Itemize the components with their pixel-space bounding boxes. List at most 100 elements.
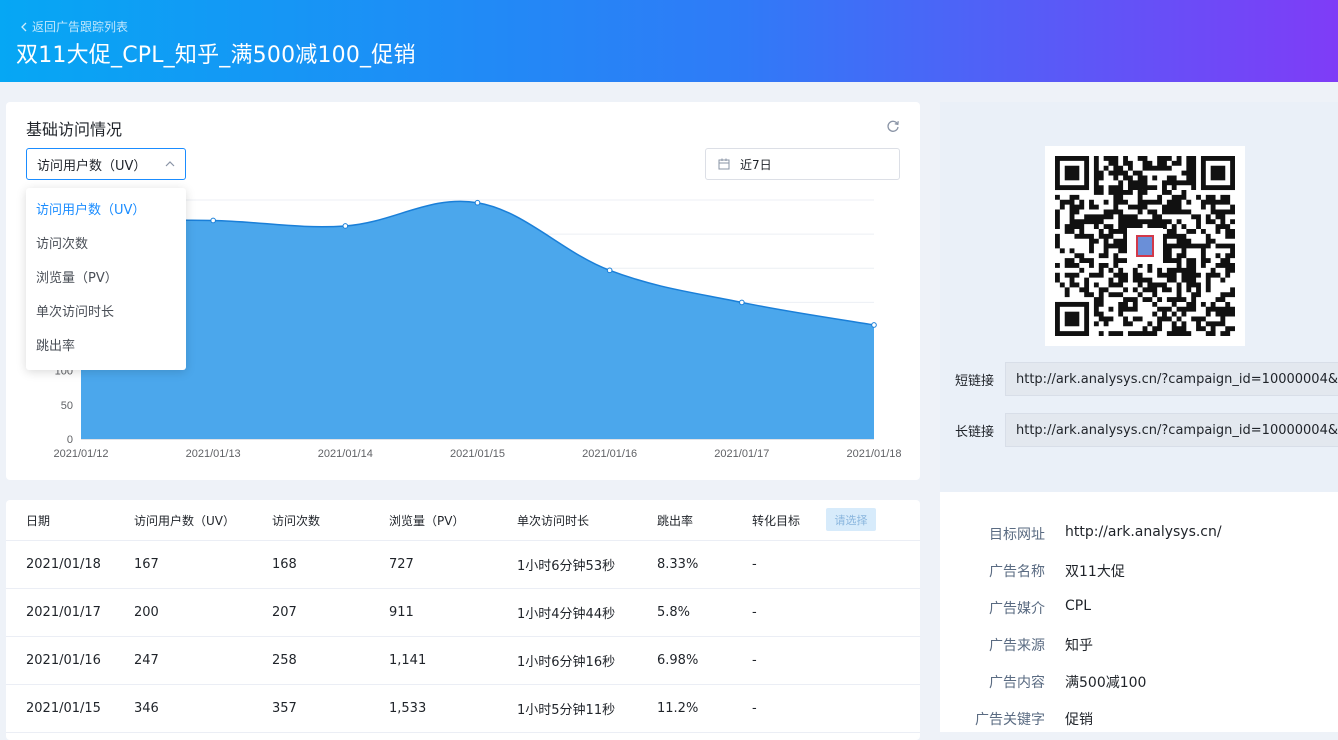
cell-pv: 727 [389, 557, 414, 572]
date-range-value: 近7日 [740, 157, 772, 172]
qr-code-image [1055, 156, 1235, 336]
table-row: 2021/01/16 247 258 1,141 1小时6分钟16秒 6.98%… [6, 637, 920, 685]
dropdown-option-pv[interactable]: 浏览量（PV） [26, 262, 186, 296]
metric-select-value: 访问用户数（UV） [37, 158, 147, 174]
chevron-up-icon [165, 161, 175, 167]
data-point [739, 299, 745, 306]
cell-bounce: 6.98% [657, 653, 699, 668]
info-value: 满500减100 [1065, 675, 1147, 691]
cell-visits: 207 [272, 605, 297, 620]
cell-duration: 1小时4分钟44秒 [517, 607, 616, 622]
col-header-bounce: 跳出率 [657, 513, 694, 528]
x-tick-label: 2021/01/18 [846, 448, 901, 460]
data-point [474, 199, 481, 206]
card-title: 基础访问情况 [26, 120, 123, 139]
x-tick-label: 2021/01/12 [53, 448, 108, 460]
table-row: 2021/01/18 167 168 727 1小时6分钟53秒 8.33% - [6, 541, 920, 589]
col-header-visits: 访问次数 [272, 513, 321, 528]
col-header-uv: 访问用户数（UV） [134, 513, 235, 528]
goal-select-button[interactable]: 请选择 [826, 508, 876, 531]
page-header: 返回广告跟踪列表 双11大促_CPL_知乎_满500减100_促销 [0, 0, 1338, 82]
cell-pv: 1,141 [389, 653, 427, 668]
info-row-ad-source: 广告来源 知乎 [940, 635, 1338, 655]
cell-date: 2021/01/16 [26, 653, 101, 668]
daily-data-table: 日期 访问用户数（UV） 访问次数 浏览量（PV） 单次访问时长 跳出率 转化目… [6, 500, 920, 740]
cell-date: 2021/01/18 [26, 557, 101, 572]
cell-goal: - [752, 701, 757, 716]
table-row: 2021/01/15 346 357 1,533 1小时5分钟11秒 11.2%… [6, 685, 920, 733]
cell-goal: - [752, 557, 757, 572]
cell-bounce: 5.8% [657, 605, 691, 620]
cell-pv: 1,533 [389, 701, 427, 716]
metric-select[interactable]: 访问用户数（UV） [26, 148, 186, 180]
y-tick-label: 50 [61, 400, 73, 412]
qr-link-panel: 短链接 http://ark.analysys.cn/?campaign_id=… [940, 102, 1338, 492]
cell-duration: 1小时6分钟53秒 [517, 559, 616, 574]
info-value: 知乎 [1065, 638, 1093, 654]
data-point [871, 322, 877, 328]
x-tick-label: 2021/01/17 [714, 448, 769, 460]
long-link-row: 长链接 http://ark.analysys.cn/?campaign_id=… [940, 413, 1338, 447]
info-key: 广告名称 [989, 564, 1045, 580]
cell-uv: 247 [134, 653, 159, 668]
info-value: CPL [1065, 598, 1092, 614]
info-row-ad-medium: 广告媒介 CPL [940, 598, 1338, 618]
data-point [342, 223, 349, 229]
short-link-label: 短链接 [955, 373, 995, 389]
back-to-list-link[interactable]: 返回广告跟踪列表 [20, 18, 128, 35]
ad-info-panel: 目标网址 http://ark.analysys.cn/ 广告名称 双11大促 … [940, 492, 1338, 732]
chevron-left-icon [21, 22, 27, 31]
dropdown-option-uv[interactable]: 访问用户数（UV） [26, 194, 186, 228]
info-key: 目标网址 [989, 527, 1045, 543]
cell-visits: 357 [272, 701, 297, 716]
cell-goal: - [752, 653, 757, 668]
dropdown-option-duration[interactable]: 单次访问时长 [26, 296, 186, 330]
info-row-target-url: 目标网址 http://ark.analysys.cn/ [940, 524, 1338, 544]
info-row-ad-name: 广告名称 双11大促 [940, 561, 1338, 581]
long-link-label: 长链接 [955, 424, 995, 440]
info-value: 双11大促 [1065, 564, 1125, 580]
page-title: 双11大促_CPL_知乎_满500减100_促销 [16, 43, 416, 68]
cell-pv: 911 [389, 605, 414, 620]
short-link-field[interactable]: http://ark.analysys.cn/?campaign_id=1000… [1005, 362, 1338, 396]
back-link-label: 返回广告跟踪列表 [32, 20, 129, 34]
short-link-row: 短链接 http://ark.analysys.cn/?campaign_id=… [940, 362, 1338, 396]
dropdown-option-visits[interactable]: 访问次数 [26, 228, 186, 262]
info-row-ad-keyword: 广告关键字 促销 [940, 709, 1338, 729]
dropdown-option-bounce[interactable]: 跳出率 [26, 330, 186, 364]
x-tick-label: 2021/01/13 [186, 448, 241, 460]
cell-bounce: 8.33% [657, 557, 699, 572]
refresh-icon[interactable] [886, 119, 900, 133]
cell-duration: 1小时5分钟11秒 [517, 703, 616, 718]
cell-uv: 346 [134, 701, 159, 716]
info-key: 广告来源 [989, 638, 1045, 654]
info-value: http://ark.analysys.cn/ [1065, 524, 1222, 540]
cell-uv: 200 [134, 605, 159, 620]
date-range-picker[interactable]: 近7日 [705, 148, 900, 180]
x-tick-label: 2021/01/16 [582, 448, 637, 460]
table-row: 2021/01/17 200 207 911 1小时4分钟44秒 5.8% - [6, 589, 920, 637]
info-value: 促销 [1065, 712, 1093, 728]
info-key: 广告内容 [989, 675, 1045, 691]
cell-visits: 168 [272, 557, 297, 572]
series-area [81, 201, 874, 439]
col-header-goal: 转化目标 [752, 513, 801, 528]
x-tick-label: 2021/01/14 [318, 448, 373, 460]
col-header-pv: 浏览量（PV） [389, 513, 465, 528]
qr-code[interactable] [1045, 146, 1245, 346]
cell-bounce: 11.2% [657, 701, 699, 716]
x-tick-label: 2021/01/15 [450, 448, 505, 460]
table-header-row: 日期 访问用户数（UV） 访问次数 浏览量（PV） 单次访问时长 跳出率 转化目… [6, 500, 920, 541]
info-key: 广告媒介 [989, 601, 1045, 617]
col-header-duration: 单次访问时长 [517, 513, 590, 528]
cell-duration: 1小时6分钟16秒 [517, 655, 616, 670]
col-header-date: 日期 [26, 513, 51, 528]
long-link-field[interactable]: http://ark.analysys.cn/?campaign_id=1000… [1005, 413, 1338, 447]
cell-goal: - [752, 605, 757, 620]
data-point [210, 217, 216, 224]
data-point [606, 267, 613, 274]
metric-dropdown-menu: 访问用户数（UV） 访问次数 浏览量（PV） 单次访问时长 跳出率 [26, 188, 186, 370]
cell-visits: 258 [272, 653, 297, 668]
info-row-ad-content: 广告内容 满500减100 [940, 672, 1338, 692]
cell-uv: 167 [134, 557, 159, 572]
